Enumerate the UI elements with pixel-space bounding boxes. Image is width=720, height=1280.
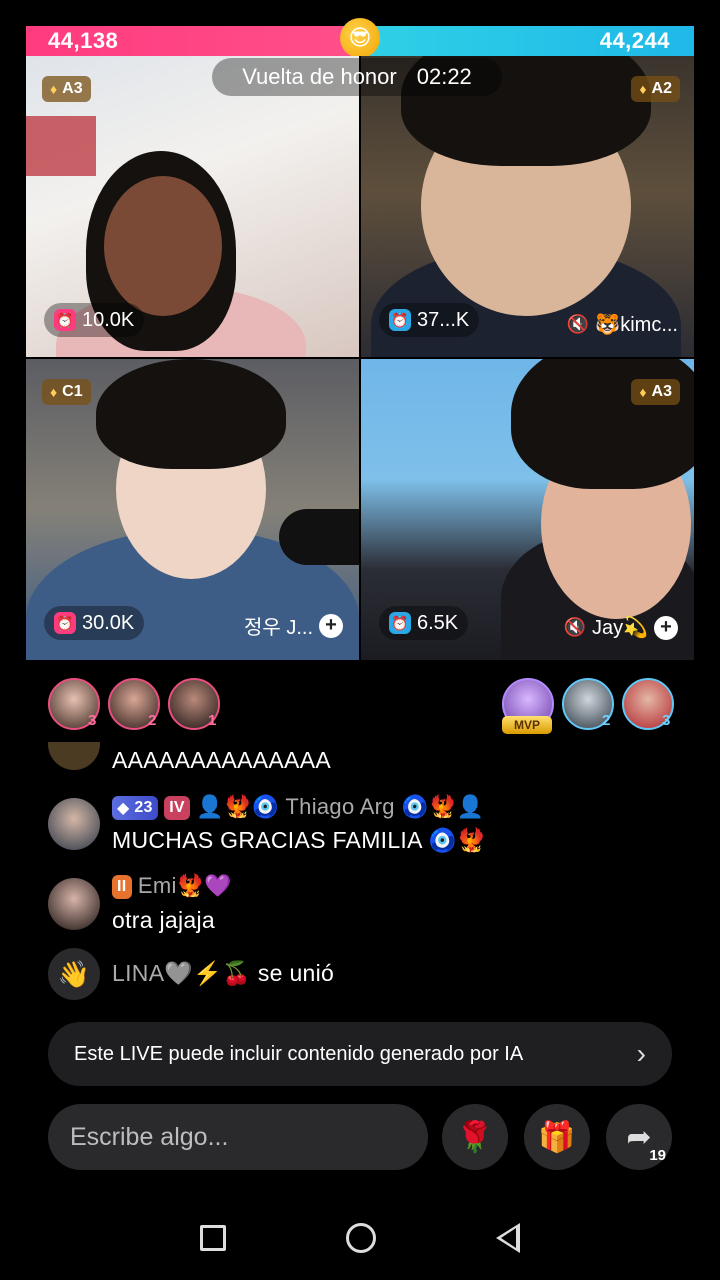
share-button[interactable]: ➦ 19 <box>606 1104 672 1170</box>
chat-avatar[interactable] <box>48 742 100 770</box>
host-name[interactable]: 정우 J... + <box>244 611 343 640</box>
system-nav-bar <box>0 1196 720 1280</box>
host-name[interactable]: 🔇 Jay💫 + <box>564 615 678 640</box>
score-right: 44,244 <box>360 26 694 56</box>
gift-icon: 🎁 <box>538 1120 576 1154</box>
badge-icons: 🧿🐦‍🔥👤 <box>401 794 485 819</box>
recents-button[interactable] <box>200 1225 226 1251</box>
rank-badge: ♦ C1 <box>42 379 91 405</box>
mvp-badge: MVP <box>502 716 552 734</box>
rank-badge: ♦ A3 <box>631 379 680 405</box>
chat-message: MUCHAS GRACIAS FAMILIA 🧿🐦‍🔥 <box>112 827 487 853</box>
chat-username[interactable]: LINA🩶⚡️🍒 <box>112 960 251 986</box>
badge-icons: 👤🐦‍🔥🧿 <box>196 794 280 819</box>
chat-header: II Emi🐦‍🔥💜 <box>112 873 232 900</box>
chat-username[interactable]: Emi <box>138 873 177 898</box>
gift-button[interactable]: 🎁 <box>524 1104 590 1170</box>
likes-pill: ⏰ 10.0K <box>44 303 145 337</box>
follow-plus-icon[interactable]: + <box>654 615 678 640</box>
share-count: 19 <box>649 1147 666 1164</box>
chat-message: AAAAAAAAAAAAAA <box>112 747 331 773</box>
share-arrow-icon: ➦ <box>626 1120 652 1154</box>
live-tile-4[interactable]: ♦ A3 ⏰ 6.5K 🔇 Jay💫 + <box>361 359 694 660</box>
diamond-icon: ♦ <box>639 384 647 400</box>
join-message: LINA🩶⚡️🍒 se unió <box>112 960 335 986</box>
alarm-icon: ⏰ <box>54 309 76 331</box>
top-gifters-row: 3 2 1 MVP 2 3 <box>48 678 674 734</box>
live-tile-2[interactable]: ♦ A2 ⏰ 37...K 🔇 🐯kimc... <box>361 56 694 357</box>
level-badge: ◆ 23 <box>112 796 158 821</box>
live-grid: ♦ A3 ⏰ 10.0K ♦ A2 ⏰ 37...K 🔇 🐯kimc... ♦ C1 … <box>26 56 694 662</box>
back-button[interactable] <box>496 1223 520 1253</box>
person-hair <box>96 359 286 469</box>
diamond-icon: ♦ <box>50 384 58 400</box>
comment-input[interactable]: Escribe algo... <box>48 1104 428 1170</box>
alarm-icon: ⏰ <box>54 612 76 634</box>
microphone <box>279 509 359 565</box>
chat-message: otra jajaja <box>112 907 216 933</box>
diamond-icon: ♦ <box>639 81 647 97</box>
rank-badge: ♦ A3 <box>42 76 91 102</box>
rose-gift-button[interactable]: 🌹 <box>442 1104 508 1170</box>
alarm-icon: ⏰ <box>389 612 411 634</box>
battle-timer: Vuelta de honor 02:22 <box>212 58 502 96</box>
flag-decoration <box>26 116 96 176</box>
muted-speaker-icon: 🔇 <box>563 617 586 637</box>
chat-avatar[interactable] <box>48 878 100 930</box>
sunglasses-emoji-icon: 😎 <box>340 18 380 58</box>
chevron-right-icon: › <box>636 1038 646 1069</box>
chat-avatar[interactable] <box>48 798 100 850</box>
likes-pill: ⏰ 6.5K <box>379 606 469 640</box>
score-left: 44,138 <box>26 26 360 56</box>
fan-badge: II <box>112 875 132 900</box>
live-tile-1[interactable]: ♦ A3 ⏰ 10.0K <box>26 56 359 357</box>
chat-header: ◆ 23 IV 👤🐦‍🔥🧿 Thiago Arg 🧿🐦‍🔥👤 <box>112 794 485 821</box>
person-face <box>104 176 222 316</box>
diamond-icon: ♦ <box>50 81 58 97</box>
ai-content-notice[interactable]: Este LIVE puede incluir contenido genera… <box>48 1022 672 1086</box>
alarm-icon: ⏰ <box>389 309 411 331</box>
home-button[interactable] <box>346 1223 376 1253</box>
live-tile-3[interactable]: ♦ C1 ⏰ 30.0K 정우 J... + <box>26 359 359 660</box>
fan-badge: IV <box>164 796 190 821</box>
muted-speaker-icon: 🔇 <box>566 314 590 334</box>
likes-pill: ⏰ 37...K <box>379 303 480 337</box>
host-name[interactable]: 🔇 🐯kimc... <box>567 312 678 337</box>
rose-icon: 🌹 <box>456 1120 494 1154</box>
likes-pill: ⏰ 30.0K <box>44 606 145 640</box>
wave-hand-icon: 👋 <box>48 948 100 1000</box>
rank-badge: ♦ A2 <box>631 76 680 102</box>
follow-plus-icon[interactable]: + <box>319 613 343 638</box>
chat-username[interactable]: Thiago Arg <box>285 794 394 819</box>
